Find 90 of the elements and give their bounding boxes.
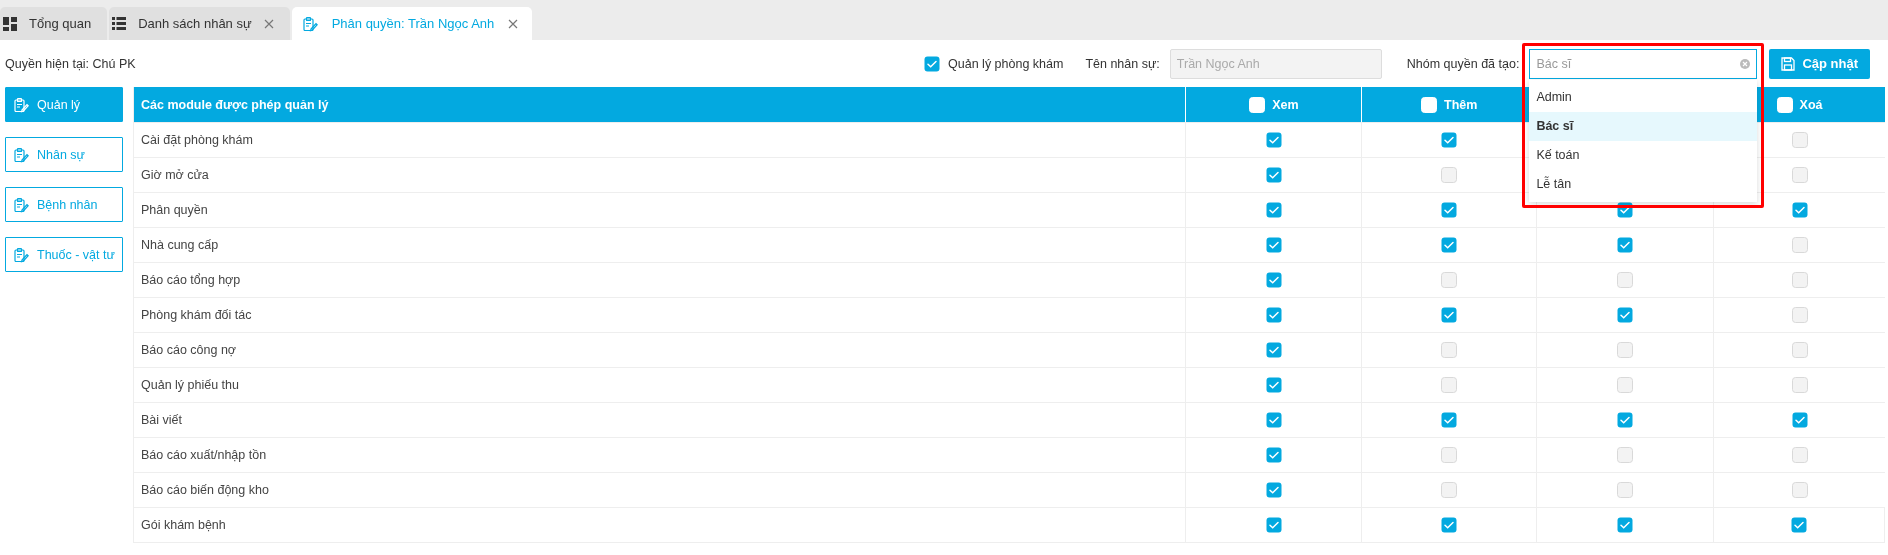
checkbox-label: Quản lý phòng khám <box>948 56 1064 71</box>
checkbox[interactable] <box>1441 132 1458 148</box>
module-name: Gói khám bệnh <box>141 518 226 532</box>
dropdown-option[interactable]: Lễ tân <box>1529 169 1758 199</box>
checkbox[interactable] <box>1791 482 1808 498</box>
dropdown-option[interactable]: Kế toán <box>1529 140 1758 170</box>
checkbox[interactable] <box>1617 412 1634 428</box>
checkbox[interactable] <box>1791 202 1808 218</box>
checkbox[interactable] <box>1441 377 1458 393</box>
checkbox[interactable] <box>1791 237 1808 253</box>
checkbox[interactable] <box>1265 167 1282 183</box>
checkbox[interactable] <box>1791 412 1808 428</box>
checkbox[interactable] <box>1441 447 1458 463</box>
checkbox[interactable] <box>1441 307 1458 323</box>
checkbox[interactable] <box>1441 482 1458 498</box>
checkbox[interactable] <box>1791 272 1808 288</box>
checkbox[interactable] <box>1791 307 1808 323</box>
checkbox[interactable] <box>1265 132 1282 148</box>
module-name: Báo cáo biến động kho <box>141 483 269 497</box>
module-name: Giờ mở cửa <box>141 168 209 182</box>
checkbox[interactable] <box>1265 447 1282 463</box>
checkbox[interactable] <box>1441 272 1458 288</box>
checkbox[interactable] <box>1617 377 1634 393</box>
module-name: Bài viết <box>141 413 182 427</box>
module-name: Báo cáo công nợ <box>141 343 237 357</box>
sidebar-item[interactable]: Quản lý <box>5 87 123 122</box>
checkbox[interactable] <box>1265 482 1282 498</box>
checkbox[interactable] <box>1791 167 1808 183</box>
clipboard-edit-icon <box>13 246 29 263</box>
clipboard-edit-icon <box>301 15 318 32</box>
checkbox[interactable] <box>1617 517 1634 533</box>
module-name: Phân quyền <box>141 203 208 217</box>
column-header: Các module được phép quản lý <box>141 97 329 112</box>
checkbox[interactable] <box>1441 237 1458 253</box>
checkbox[interactable] <box>1265 202 1282 218</box>
module-name: Phòng khám đối tác <box>141 308 252 322</box>
tab[interactable]: Danh sách nhân sự <box>109 7 290 40</box>
module-name: Nhà cung cấp <box>141 238 219 252</box>
checkbox[interactable] <box>1791 342 1808 358</box>
clear-icon[interactable] <box>1740 58 1751 69</box>
tab[interactable]: Tổng quan <box>0 7 108 40</box>
sidebar-item[interactable]: Nhân sự <box>5 137 123 172</box>
close-icon[interactable] <box>508 18 519 29</box>
role-group-select[interactable]: Bác sĩ <box>1529 48 1758 79</box>
checkbox[interactable] <box>1617 307 1634 323</box>
dropdown-option[interactable]: Admin <box>1529 82 1758 112</box>
checkbox[interactable] <box>1617 237 1634 253</box>
module-name: Báo cáo tổng hợp <box>141 273 241 287</box>
checkbox[interactable] <box>1441 517 1458 533</box>
list-icon <box>112 17 127 30</box>
tab[interactable]: Phân quyền: Trần Ngọc Anh <box>291 7 533 40</box>
dropdown-option[interactable]: Bác sĩ <box>1529 111 1758 141</box>
checkbox[interactable] <box>1265 412 1282 428</box>
column-header: Xoá <box>1799 97 1823 112</box>
save-icon <box>1781 56 1796 71</box>
clipboard-edit-icon <box>13 96 29 113</box>
checkbox[interactable] <box>1617 447 1634 463</box>
module-name: Quản lý phiếu thu <box>141 378 239 392</box>
checkbox[interactable] <box>1441 412 1458 428</box>
sidebar-item[interactable]: Bệnh nhân <box>5 187 123 222</box>
current-role-text: Quyền hiện tại: Chú PK <box>5 56 136 71</box>
checkbox[interactable] <box>1441 342 1458 358</box>
checkbox[interactable] <box>924 55 941 72</box>
checkbox[interactable] <box>1265 272 1282 288</box>
checkbox[interactable] <box>1265 517 1282 533</box>
checkbox[interactable] <box>1441 167 1458 183</box>
checkbox[interactable] <box>1617 342 1634 358</box>
update-button[interactable]: Cập nhật <box>1769 48 1870 79</box>
checkbox[interactable] <box>1265 237 1282 253</box>
field-label: Tên nhân sự: <box>1085 56 1160 71</box>
checkbox[interactable] <box>1791 132 1808 148</box>
close-icon[interactable] <box>263 18 274 29</box>
field-label: Nhóm quyền đã tạo: <box>1406 56 1520 71</box>
column-header: Thêm <box>1444 97 1478 112</box>
checkbox[interactable] <box>1791 377 1808 393</box>
module-name: Cài đặt phòng khám <box>141 133 253 147</box>
checkbox[interactable] <box>1441 202 1458 218</box>
column-header: Xem <box>1272 97 1299 112</box>
checkbox[interactable] <box>1265 307 1282 323</box>
checkbox[interactable] <box>1791 517 1808 533</box>
dashboard-icon <box>3 16 17 31</box>
clipboard-edit-icon <box>13 146 29 163</box>
sidebar-item[interactable]: Thuốc - vật tư <box>5 237 123 272</box>
module-name: Báo cáo xuất/nhập tồn <box>141 448 267 462</box>
clipboard-edit-icon <box>13 196 29 213</box>
checkbox[interactable] <box>1265 342 1282 358</box>
checkbox[interactable] <box>1791 447 1808 463</box>
checkbox[interactable] <box>1617 482 1634 498</box>
checkbox[interactable] <box>1265 377 1282 393</box>
checkbox[interactable] <box>1617 272 1634 288</box>
